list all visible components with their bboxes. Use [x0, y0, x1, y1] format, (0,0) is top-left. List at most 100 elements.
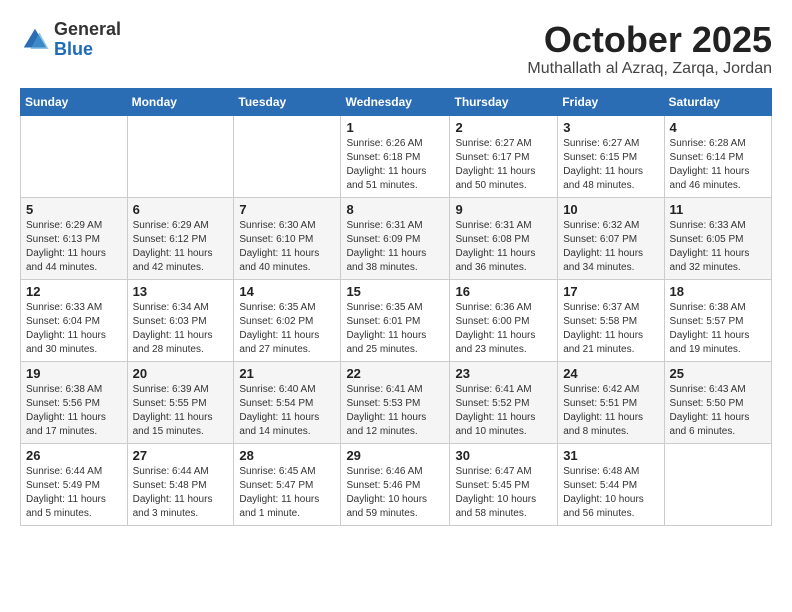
day-number: 8 [346, 202, 444, 217]
day-number: 31 [563, 448, 658, 463]
calendar-cell: 26 Sunrise: 6:44 AM Sunset: 5:49 PM Dayli… [21, 443, 128, 525]
day-number: 25 [670, 366, 766, 381]
calendar-header-wednesday: Wednesday [341, 88, 450, 115]
day-number: 13 [133, 284, 229, 299]
calendar-cell: 4Sunrise: 6:28 AM Sunset: 6:14 PM Daylig… [664, 115, 771, 197]
day-number: 28 [239, 448, 335, 463]
day-number: 1 [346, 120, 444, 135]
day-number: 10 [563, 202, 658, 217]
calendar-cell: 7 Sunrise: 6:30 AM Sunset: 6:10 PM Daylig… [234, 197, 341, 279]
logo-general-text: General [54, 20, 121, 40]
calendar-cell: 24 Sunrise: 6:42 AM Sunset: 5:51 PM Dayli… [558, 361, 664, 443]
calendar-cell [234, 115, 341, 197]
cell-content: Sunrise: 6:35 AM Sunset: 6:01 PM Dayligh… [346, 301, 444, 357]
calendar-cell: 6Sunrise: 6:29 AM Sunset: 6:12 PM Daylig… [127, 197, 234, 279]
cell-content: Sunrise: 6:42 AM Sunset: 5:51 PM Dayligh… [563, 383, 658, 439]
calendar-cell: 3Sunrise: 6:27 AM Sunset: 6:15 PM Daylig… [558, 115, 664, 197]
calendar-header-friday: Friday [558, 88, 664, 115]
cell-content: Sunrise: 6:29 AM Sunset: 6:13 PM Dayligh… [26, 219, 122, 275]
cell-content: Sunrise: 6:46 AM Sunset: 5:46 PM Dayligh… [346, 465, 444, 521]
day-number: 24 [563, 366, 658, 381]
month-title: October 2025 [527, 20, 772, 60]
calendar-cell: 31 Sunrise: 6:48 AM Sunset: 5:44 PM Dayli… [558, 443, 664, 525]
calendar-cell: 28 Sunrise: 6:45 AM Sunset: 5:47 PM Dayli… [234, 443, 341, 525]
cell-content: Sunrise: 6:31 AM Sunset: 6:08 PM Dayligh… [455, 219, 552, 275]
cell-content: Sunrise: 6:45 AM Sunset: 5:47 PM Dayligh… [239, 465, 335, 521]
calendar-cell [664, 443, 771, 525]
cell-content: Sunrise: 6:38 AM Sunset: 5:57 PM Dayligh… [670, 301, 766, 357]
day-number: 7 [239, 202, 335, 217]
cell-content: Sunrise: 6:31 AM Sunset: 6:09 PM Dayligh… [346, 219, 444, 275]
cell-content: Sunrise: 6:30 AM Sunset: 6:10 PM Dayligh… [239, 219, 335, 275]
cell-content: Sunrise: 6:47 AM Sunset: 5:45 PM Dayligh… [455, 465, 552, 521]
day-number: 30 [455, 448, 552, 463]
calendar-cell: 27Sunrise: 6:44 AM Sunset: 5:48 PM Dayli… [127, 443, 234, 525]
cell-content: Sunrise: 6:37 AM Sunset: 5:58 PM Dayligh… [563, 301, 658, 357]
day-number: 26 [26, 448, 122, 463]
calendar-cell: 30 Sunrise: 6:47 AM Sunset: 5:45 PM Dayli… [450, 443, 558, 525]
cell-content: Sunrise: 6:36 AM Sunset: 6:00 PM Dayligh… [455, 301, 552, 357]
calendar-week-5: 26 Sunrise: 6:44 AM Sunset: 5:49 PM Dayli… [21, 443, 772, 525]
day-number: 27 [133, 448, 229, 463]
logo-icon [20, 25, 50, 55]
day-number: 29 [346, 448, 444, 463]
day-number: 2 [455, 120, 552, 135]
day-number: 22 [346, 366, 444, 381]
day-number: 16 [455, 284, 552, 299]
title-area: October 2025 Muthallath al Azraq, Zarqa,… [527, 20, 772, 78]
cell-content: Sunrise: 6:39 AM Sunset: 5:55 PM Dayligh… [133, 383, 229, 439]
calendar-header-tuesday: Tuesday [234, 88, 341, 115]
cell-content: Sunrise: 6:41 AM Sunset: 5:53 PM Dayligh… [346, 383, 444, 439]
page-header: General Blue October 2025 Muthallath al … [20, 20, 772, 78]
day-number: 17 [563, 284, 658, 299]
calendar-cell [21, 115, 128, 197]
calendar-header-saturday: Saturday [664, 88, 771, 115]
calendar-cell: 21 Sunrise: 6:40 AM Sunset: 5:54 PM Dayli… [234, 361, 341, 443]
calendar-body: 1 Sunrise: 6:26 AM Sunset: 6:18 PM Daylig… [21, 115, 772, 525]
day-number: 11 [670, 202, 766, 217]
cell-content: Sunrise: 6:40 AM Sunset: 5:54 PM Dayligh… [239, 383, 335, 439]
cell-content: Sunrise: 6:34 AM Sunset: 6:03 PM Dayligh… [133, 301, 229, 357]
calendar-cell: 29 Sunrise: 6:46 AM Sunset: 5:46 PM Dayli… [341, 443, 450, 525]
calendar-cell: 25Sunrise: 6:43 AM Sunset: 5:50 PM Dayli… [664, 361, 771, 443]
cell-content: Sunrise: 6:27 AM Sunset: 6:15 PM Dayligh… [563, 137, 658, 193]
cell-content: Sunrise: 6:29 AM Sunset: 6:12 PM Dayligh… [133, 219, 229, 275]
day-number: 15 [346, 284, 444, 299]
day-number: 18 [670, 284, 766, 299]
calendar-cell [127, 115, 234, 197]
calendar-cell: 8 Sunrise: 6:31 AM Sunset: 6:09 PM Daylig… [341, 197, 450, 279]
calendar-cell: 17 Sunrise: 6:37 AM Sunset: 5:58 PM Dayli… [558, 279, 664, 361]
calendar-cell: 9Sunrise: 6:31 AM Sunset: 6:08 PM Daylig… [450, 197, 558, 279]
calendar-cell: 19Sunrise: 6:38 AM Sunset: 5:56 PM Dayli… [21, 361, 128, 443]
logo-blue-text: Blue [54, 40, 121, 60]
day-number: 19 [26, 366, 122, 381]
calendar-week-1: 1 Sunrise: 6:26 AM Sunset: 6:18 PM Daylig… [21, 115, 772, 197]
calendar-header-row: SundayMondayTuesdayWednesdayThursdayFrid… [21, 88, 772, 115]
day-number: 21 [239, 366, 335, 381]
calendar-cell: 5 Sunrise: 6:29 AM Sunset: 6:13 PM Daylig… [21, 197, 128, 279]
calendar-table: SundayMondayTuesdayWednesdayThursdayFrid… [20, 88, 772, 526]
calendar-cell: 13 Sunrise: 6:34 AM Sunset: 6:03 PM Dayli… [127, 279, 234, 361]
calendar-cell: 11Sunrise: 6:33 AM Sunset: 6:05 PM Dayli… [664, 197, 771, 279]
calendar-cell: 16 Sunrise: 6:36 AM Sunset: 6:00 PM Dayli… [450, 279, 558, 361]
cell-content: Sunrise: 6:35 AM Sunset: 6:02 PM Dayligh… [239, 301, 335, 357]
calendar-week-3: 12 Sunrise: 6:33 AM Sunset: 6:04 PM Dayli… [21, 279, 772, 361]
calendar-cell: 15 Sunrise: 6:35 AM Sunset: 6:01 PM Dayli… [341, 279, 450, 361]
calendar-cell: 2Sunrise: 6:27 AM Sunset: 6:17 PM Daylig… [450, 115, 558, 197]
calendar-cell: 18 Sunrise: 6:38 AM Sunset: 5:57 PM Dayli… [664, 279, 771, 361]
day-number: 4 [670, 120, 766, 135]
cell-content: Sunrise: 6:48 AM Sunset: 5:44 PM Dayligh… [563, 465, 658, 521]
cell-content: Sunrise: 6:44 AM Sunset: 5:49 PM Dayligh… [26, 465, 122, 521]
calendar-cell: 23Sunrise: 6:41 AM Sunset: 5:52 PM Dayli… [450, 361, 558, 443]
calendar-header-sunday: Sunday [21, 88, 128, 115]
location-title: Muthallath al Azraq, Zarqa, Jordan [527, 60, 772, 78]
cell-content: Sunrise: 6:33 AM Sunset: 6:04 PM Dayligh… [26, 301, 122, 357]
calendar-cell: 12 Sunrise: 6:33 AM Sunset: 6:04 PM Dayli… [21, 279, 128, 361]
calendar-cell: 14Sunrise: 6:35 AM Sunset: 6:02 PM Dayli… [234, 279, 341, 361]
calendar-cell: 1 Sunrise: 6:26 AM Sunset: 6:18 PM Daylig… [341, 115, 450, 197]
day-number: 5 [26, 202, 122, 217]
day-number: 12 [26, 284, 122, 299]
cell-content: Sunrise: 6:26 AM Sunset: 6:18 PM Dayligh… [346, 137, 444, 193]
day-number: 23 [455, 366, 552, 381]
day-number: 20 [133, 366, 229, 381]
